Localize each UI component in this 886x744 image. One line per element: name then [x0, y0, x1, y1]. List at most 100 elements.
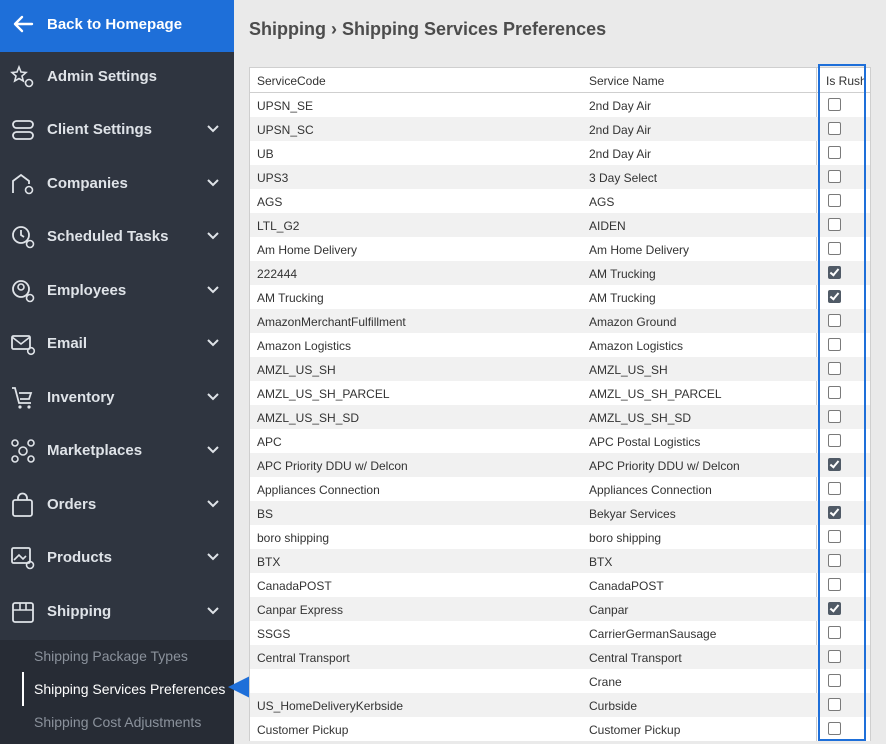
service-name-cell: AGS — [589, 195, 615, 209]
submenu-shipping-services-preferences[interactable]: Shipping Services Preferences — [34, 681, 225, 697]
sidebar-item-client-settings[interactable]: Client Settings — [0, 104, 234, 157]
table-row[interactable]: boro shipping boro shipping — [250, 525, 870, 549]
table-row[interactable]: Central Transport Central Transport — [250, 645, 870, 669]
header-service-code[interactable]: ServiceCode — [257, 74, 326, 88]
sidebar-item-label: Products — [47, 549, 113, 566]
sidebar-item-employees[interactable]: Employees — [0, 265, 234, 318]
is-rush-checkbox[interactable] — [828, 506, 841, 519]
table-row[interactable]: BS Bekyar Services — [250, 501, 870, 525]
is-rush-checkbox[interactable] — [828, 266, 841, 279]
is-rush-checkbox[interactable] — [828, 626, 841, 639]
sidebar-item-inventory[interactable]: Inventory — [0, 372, 234, 425]
is-rush-checkbox[interactable] — [828, 122, 841, 135]
table-row[interactable]: LTL_G2 AIDEN — [250, 213, 870, 237]
table-row[interactable]: AM Trucking AM Trucking — [250, 285, 870, 309]
is-rush-checkbox[interactable] — [828, 338, 841, 351]
is-rush-checkbox[interactable] — [828, 458, 841, 471]
table-row[interactable]: Appliances Connection Appliances Connecti… — [250, 477, 870, 501]
service-code-cell: AMZL_US_SH_SD — [257, 411, 360, 425]
service-code-cell: UB — [257, 147, 274, 161]
sidebar-item-companies[interactable]: Companies — [0, 158, 234, 211]
service-code-cell: AGS — [257, 195, 283, 209]
is-rush-checkbox[interactable] — [828, 650, 841, 663]
is-rush-checkbox[interactable] — [828, 290, 841, 303]
service-code-cell: AmazonMerchantFulfillment — [257, 315, 406, 329]
service-name-cell: AMZL_US_SH_SD — [589, 411, 692, 425]
table-row[interactable]: UPS3 3 Day Select — [250, 165, 870, 189]
sidebar-item-admin-settings[interactable]: Admin Settings — [0, 51, 234, 104]
is-rush-checkbox[interactable] — [828, 314, 841, 327]
sidebar-item-marketplaces[interactable]: Marketplaces — [0, 425, 234, 478]
sidebar-item-products[interactable]: Products — [0, 532, 234, 585]
table-row[interactable]: BTX BTX — [250, 549, 870, 573]
sidebar-item-shipping[interactable]: Shipping — [0, 586, 234, 639]
service-code-cell: US_HomeDeliveryKerbside — [257, 699, 404, 713]
submenu-shipping-package-types[interactable]: Shipping Package Types — [34, 648, 188, 664]
building-gear-icon — [12, 173, 34, 195]
is-rush-checkbox[interactable] — [828, 146, 841, 159]
is-rush-checkbox[interactable] — [828, 434, 841, 447]
sidebar-item-label: Shipping — [47, 603, 112, 620]
sidebar-item-label: Marketplaces — [47, 442, 143, 459]
chevron-down-icon — [207, 179, 219, 187]
table-row[interactable]: AMZL_US_SH AMZL_US_SH — [250, 357, 870, 381]
is-rush-checkbox[interactable] — [828, 722, 841, 735]
chevron-down-icon — [207, 339, 219, 347]
service-name-cell: 2nd Day Air — [589, 123, 652, 137]
table-row[interactable]: AGS AGS — [250, 189, 870, 213]
is-rush-checkbox[interactable] — [828, 242, 841, 255]
server-icon — [12, 120, 34, 140]
sidebar-item-scheduled-tasks[interactable]: Scheduled Tasks — [0, 211, 234, 264]
table-row[interactable]: CanadaPOST CanadaPOST — [250, 573, 870, 597]
header-service-name[interactable]: Service Name — [589, 74, 664, 88]
is-rush-checkbox[interactable] — [828, 530, 841, 543]
table-row[interactable]: SSGS CarrierGermanSausage — [250, 621, 870, 645]
back-to-homepage-button[interactable]: Back to Homepage — [0, 0, 234, 52]
sidebar-item-label: Employees — [47, 282, 127, 299]
chevron-down-icon — [207, 232, 219, 240]
service-name-cell: CarrierGermanSausage — [589, 627, 717, 641]
service-name-cell: Amazon Logistics — [589, 339, 684, 353]
is-rush-checkbox[interactable] — [828, 602, 841, 615]
is-rush-checkbox[interactable] — [828, 218, 841, 231]
is-rush-checkbox[interactable] — [828, 194, 841, 207]
service-name-cell: Am Home Delivery — [589, 243, 690, 257]
service-name-cell: Amazon Ground — [589, 315, 677, 329]
table-row[interactable]: AMZL_US_SH_SD AMZL_US_SH_SD — [250, 405, 870, 429]
table-row[interactable]: US_HomeDeliveryKerbside Curbside — [250, 693, 870, 717]
service-name-cell: Bekyar Services — [589, 507, 676, 521]
submenu-shipping-cost-adjustments[interactable]: Shipping Cost Adjustments — [34, 714, 201, 730]
service-name-cell: AM Trucking — [589, 267, 656, 281]
table-row[interactable]: APC APC Postal Logistics — [250, 429, 870, 453]
is-rush-checkbox[interactable] — [828, 410, 841, 423]
is-rush-checkbox[interactable] — [828, 362, 841, 375]
table-row[interactable]: Amazon Logistics Amazon Logistics — [250, 333, 870, 357]
is-rush-checkbox[interactable] — [828, 698, 841, 711]
is-rush-checkbox[interactable] — [828, 98, 841, 111]
table-row[interactable]: Canpar Express Canpar — [250, 597, 870, 621]
table-row[interactable]: APC Priority DDU w/ Delcon APC Priority D… — [250, 453, 870, 477]
service-code-cell: Am Home Delivery — [257, 243, 358, 257]
is-rush-checkbox[interactable] — [828, 386, 841, 399]
table-row[interactable]: UB 2nd Day Air — [250, 141, 870, 165]
is-rush-checkbox[interactable] — [828, 578, 841, 591]
is-rush-checkbox[interactable] — [828, 674, 841, 687]
header-is-rush[interactable]: Is Rush — [826, 74, 867, 88]
is-rush-checkbox[interactable] — [828, 482, 841, 495]
sidebar-item-orders[interactable]: Orders — [0, 479, 234, 532]
service-code-cell: CanadaPOST — [257, 579, 332, 593]
is-rush-checkbox[interactable] — [828, 554, 841, 567]
service-code-cell: BTX — [257, 555, 281, 569]
table-row[interactable]: Am Home Delivery Am Home Delivery — [250, 237, 870, 261]
table-row[interactable]: Crane — [250, 669, 870, 693]
table-row[interactable]: AmazonMerchantFulfillment Amazon Ground — [250, 309, 870, 333]
table-row[interactable]: 222444 AM Trucking — [250, 261, 870, 285]
table-row[interactable]: Customer Pickup Customer Pickup — [250, 717, 870, 741]
table-row[interactable]: UPSN_SE 2nd Day Air — [250, 93, 870, 117]
service-name-cell: Curbside — [589, 699, 638, 713]
table-row[interactable]: AMZL_US_SH_PARCEL AMZL_US_SH_PARCEL — [250, 381, 870, 405]
table-row[interactable]: UPSN_SC 2nd Day Air — [250, 117, 870, 141]
service-code-cell: AMZL_US_SH — [257, 363, 336, 377]
sidebar-item-email[interactable]: Email — [0, 318, 234, 371]
is-rush-checkbox[interactable] — [828, 170, 841, 183]
